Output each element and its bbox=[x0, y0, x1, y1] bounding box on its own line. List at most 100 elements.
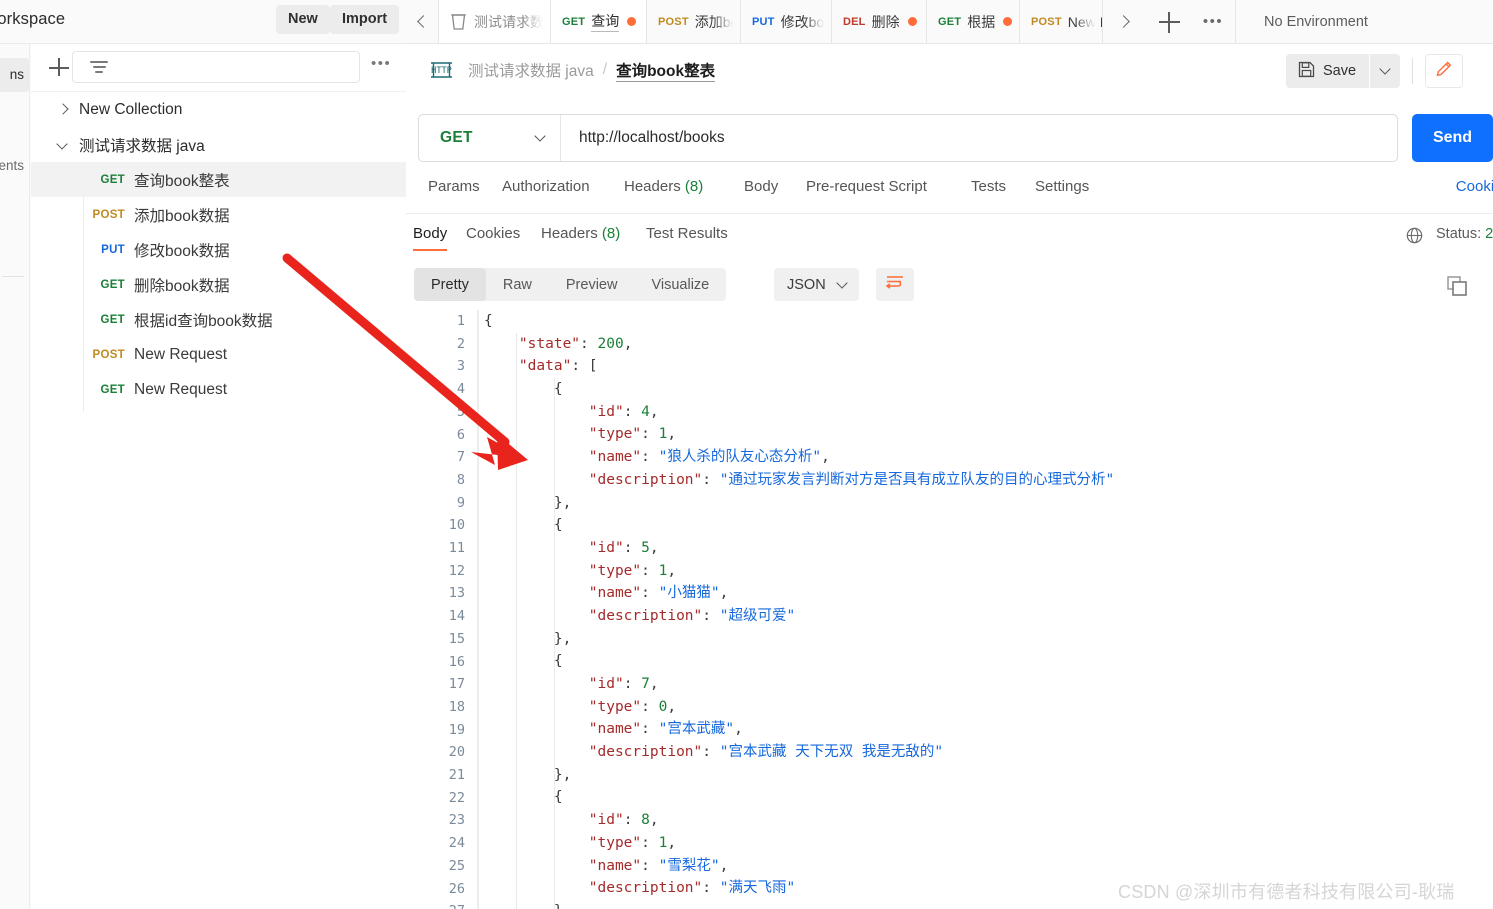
code-line: "description": "通过玩家发言判断对方是否具有成立队友的目的心理式… bbox=[484, 469, 1493, 492]
import-button[interactable]: Import bbox=[330, 5, 400, 34]
response-format-selector[interactable]: JSON bbox=[774, 268, 859, 301]
request-item-delete-book-data[interactable]: GET 删除book数据 bbox=[31, 267, 406, 302]
view-mode-preview[interactable]: Preview bbox=[549, 268, 635, 301]
tab-strip: 测试请求数 GET 查询 POST 添加bo PUT 修改bo DEL 删除 G… bbox=[406, 0, 1493, 44]
view-mode-pretty[interactable]: Pretty bbox=[414, 268, 486, 301]
tab-query-book-table[interactable]: GET 查询 bbox=[551, 0, 647, 43]
copy-response-button[interactable] bbox=[1446, 275, 1468, 297]
code-token: : bbox=[641, 857, 659, 874]
method-badge: GET bbox=[100, 173, 125, 186]
response-tab-body[interactable]: Body bbox=[413, 225, 448, 251]
code-token: , bbox=[667, 698, 677, 715]
code-line: "description": "超级可爱" bbox=[484, 605, 1493, 628]
chevron-right-icon bbox=[53, 100, 73, 120]
new-tab-button[interactable] bbox=[1147, 0, 1191, 43]
collection-test-request-data[interactable]: 测试请求数据 java bbox=[31, 127, 406, 162]
request-item-update-book-data[interactable]: PUT 修改book数据 bbox=[31, 232, 406, 267]
request-item-query-book-table[interactable]: GET 查询book整表 bbox=[31, 162, 406, 197]
code-token: : [ bbox=[571, 358, 598, 375]
tab-method: DEL bbox=[843, 15, 866, 28]
watermark: CSDN @深圳市有德者科技有限公司-耿瑞 bbox=[1118, 882, 1455, 902]
code-token: { bbox=[553, 381, 563, 398]
edit-button[interactable] bbox=[1425, 54, 1464, 88]
collections-pane: ••• New Collection 测试请求数据 java GET 查询boo… bbox=[31, 44, 406, 909]
tab-method: PUT bbox=[752, 15, 775, 28]
tab-query-book-by-id[interactable]: GET 根据 bbox=[927, 0, 1020, 43]
code-token: "description" bbox=[588, 880, 703, 897]
tab-authorization[interactable]: Authorization bbox=[502, 178, 590, 195]
send-button[interactable]: Send bbox=[1412, 114, 1493, 162]
tabs-scroll-right-button[interactable] bbox=[1103, 0, 1147, 43]
collection-new-collection[interactable]: New Collection bbox=[31, 92, 406, 127]
http-icon: HTTP bbox=[428, 57, 455, 83]
response-format-value: JSON bbox=[787, 276, 826, 293]
add-collection-icon[interactable] bbox=[45, 54, 73, 82]
save-options-button[interactable] bbox=[1370, 54, 1401, 88]
json-code: { "state": 200, "data": [ { "id": 4, "ty… bbox=[484, 310, 1493, 909]
response-tab-headers[interactable]: Headers (8) bbox=[541, 225, 620, 242]
tab-update-book-data[interactable]: PUT 修改bo bbox=[741, 0, 832, 43]
tab-body[interactable]: Body bbox=[744, 178, 778, 195]
code-token: , bbox=[734, 721, 743, 738]
tab-method: GET bbox=[938, 15, 962, 28]
code-token: "雪梨花" bbox=[658, 857, 720, 874]
code-token: : bbox=[641, 562, 659, 579]
line-number: 23 bbox=[448, 812, 465, 829]
url-input[interactable] bbox=[561, 115, 1397, 161]
chevron-down-icon bbox=[1379, 63, 1391, 75]
environment-selector[interactable]: No Environment bbox=[1235, 0, 1493, 43]
tab-pre-request-script[interactable]: Pre-request Script bbox=[806, 178, 927, 195]
word-wrap-button[interactable] bbox=[876, 268, 914, 301]
view-mode-visualize[interactable]: Visualize bbox=[634, 268, 726, 301]
collections-more-icon[interactable]: ••• bbox=[371, 56, 397, 76]
code-token: , bbox=[667, 426, 677, 443]
code-token: : bbox=[641, 426, 659, 443]
fold-line bbox=[478, 310, 479, 909]
tab-delete-book-data[interactable]: DEL 删除 bbox=[832, 0, 927, 43]
request-item-query-book-by-id[interactable]: GET 根据id查询book数据 bbox=[31, 302, 406, 337]
cookies-link[interactable]: Cookies bbox=[1456, 178, 1493, 195]
response-body-viewer[interactable]: 1 2 3 4 5 6 7 8 9 10 11 12 13 14 15 16 17 18 19 20 21 22 23 24 2… bbox=[406, 310, 1493, 909]
code-line: "name": "雪梨花", bbox=[484, 855, 1493, 878]
tabs-scroll-left-button[interactable] bbox=[406, 0, 439, 43]
tab-label: 测试请求数 bbox=[474, 13, 544, 30]
response-tab-test-results[interactable]: Test Results bbox=[646, 225, 728, 242]
tab-headers[interactable]: Headers (8) bbox=[624, 178, 703, 195]
code-token: : bbox=[641, 834, 659, 851]
code-token: "满天飞雨" bbox=[719, 880, 796, 897]
breadcrumb-current[interactable]: 查询book整表 bbox=[616, 59, 716, 82]
line-number: 25 bbox=[448, 857, 465, 874]
save-button[interactable]: Save bbox=[1286, 54, 1370, 88]
line-number: 8 bbox=[456, 471, 465, 488]
tab-tests[interactable]: Tests bbox=[971, 178, 1006, 195]
breadcrumb-collection[interactable]: 测试请求数据 java bbox=[468, 59, 594, 81]
request-item-add-book-data[interactable]: POST 添加book数据 bbox=[31, 197, 406, 232]
filter-input[interactable] bbox=[72, 51, 360, 83]
code-token: "state" bbox=[518, 335, 581, 352]
new-button[interactable]: New bbox=[276, 5, 330, 34]
sidebar-item-collections[interactable]: ns bbox=[0, 58, 30, 92]
tab-collection-overview[interactable]: 测试请求数 bbox=[439, 0, 551, 43]
line-number: 6 bbox=[456, 426, 465, 443]
line-number: 14 bbox=[448, 608, 465, 625]
code-token: { bbox=[484, 313, 493, 329]
code-token: "description" bbox=[588, 471, 703, 488]
tabs-more-icon[interactable]: ••• bbox=[1191, 0, 1235, 43]
code-line: "description": "宫本武藏 天下无双 我是无敌的" bbox=[484, 741, 1493, 764]
response-tab-cookies[interactable]: Cookies bbox=[466, 225, 520, 242]
request-item-new-request-get[interactable]: GET New Request bbox=[31, 372, 406, 407]
tab-new-request[interactable]: POST New R bbox=[1020, 0, 1103, 43]
request-item-new-request-post[interactable]: POST New Request bbox=[31, 337, 406, 372]
tab-params[interactable]: Params bbox=[428, 178, 480, 195]
view-mode-raw[interactable]: Raw bbox=[486, 268, 549, 301]
method-selector[interactable]: GET bbox=[419, 115, 561, 161]
tab-add-book-data[interactable]: POST 添加bo bbox=[647, 0, 741, 43]
line-number: 19 bbox=[448, 721, 465, 738]
code-token: : bbox=[702, 471, 720, 488]
tab-settings[interactable]: Settings bbox=[1035, 178, 1089, 195]
sidebar-item-environments[interactable]: ents bbox=[0, 149, 30, 183]
